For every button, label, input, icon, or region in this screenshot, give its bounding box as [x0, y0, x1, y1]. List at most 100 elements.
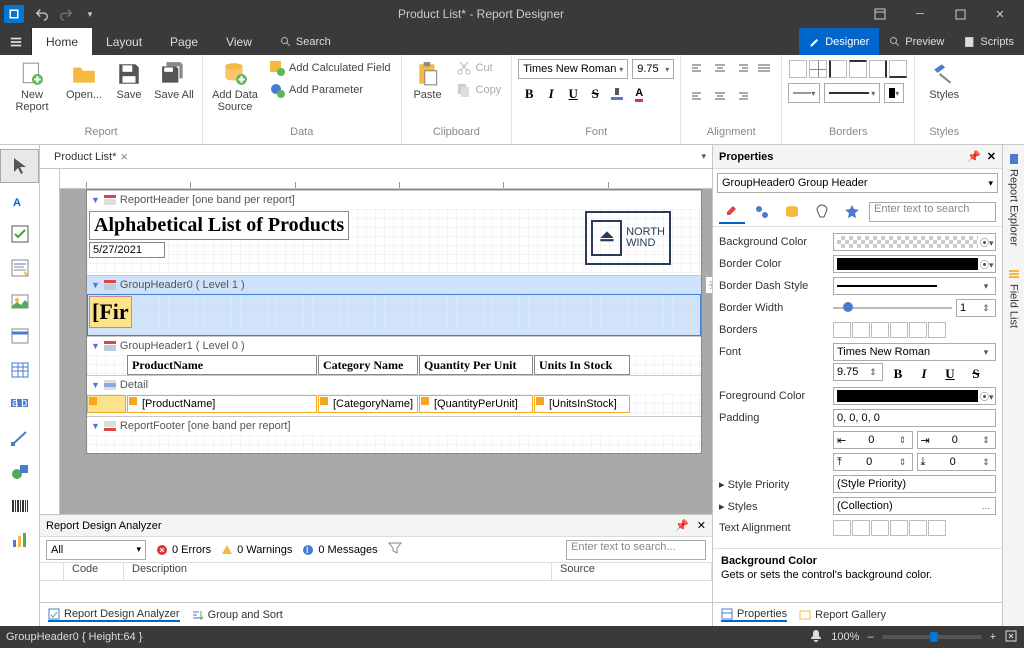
- paste-button[interactable]: Paste: [408, 57, 448, 101]
- analyzer-filter-select[interactable]: All▾: [46, 540, 146, 560]
- font-family-select[interactable]: Times New Roman▾: [518, 59, 628, 79]
- tool-picture[interactable]: [0, 285, 39, 319]
- align-mid-right[interactable]: [731, 85, 753, 107]
- proptab-favorites[interactable]: [839, 200, 865, 224]
- zoom-fit-icon[interactable]: [1004, 629, 1018, 646]
- col-categoryname[interactable]: Category Name: [318, 355, 418, 375]
- band-detail[interactable]: ▼Detail [ProductName] [CategoryName] [Qu…: [87, 375, 701, 416]
- add-calcfield-button[interactable]: Add Calculated Field: [265, 57, 395, 79]
- border-width-slider[interactable]: [833, 305, 952, 311]
- save-button[interactable]: Save: [110, 57, 148, 101]
- errors-pill[interactable]: 0 Errors: [156, 544, 211, 556]
- rtab-gallery[interactable]: Report Gallery: [799, 609, 886, 621]
- pad-bottom[interactable]: ⤓ 0⇕: [917, 453, 997, 471]
- tool-richtext[interactable]: [0, 251, 39, 285]
- col-code[interactable]: Code: [64, 563, 124, 580]
- band-groupheader0[interactable]: ▼GroupHeader0 ( Level 1 ) [Fir: [87, 275, 701, 336]
- align-justify[interactable]: [753, 59, 775, 81]
- pad-left[interactable]: ⇤ 0⇕: [833, 431, 913, 449]
- align-mid-left[interactable]: [687, 85, 709, 107]
- tab-page[interactable]: Page: [156, 28, 212, 55]
- tool-chart[interactable]: [0, 523, 39, 557]
- italic-button[interactable]: I: [540, 83, 562, 105]
- logo-box[interactable]: NORTHWIND: [585, 211, 671, 265]
- edit-fontsize[interactable]: 9.75⇕: [833, 363, 883, 381]
- analyzer-funnel-icon[interactable]: [388, 541, 402, 558]
- report-date-cell[interactable]: 5/27/2021: [89, 242, 165, 258]
- doc-tab[interactable]: Product List*×: [46, 147, 136, 166]
- tab-overflow-icon[interactable]: ▾: [701, 151, 706, 162]
- border-width-select[interactable]: ▾: [788, 83, 820, 103]
- band-groupheader1[interactable]: ▼GroupHeader1 ( Level 0 ) ProductName Ca…: [87, 336, 701, 375]
- border-width-spin[interactable]: 1⇕: [956, 299, 996, 317]
- proptab-data[interactable]: [779, 200, 805, 224]
- properties-search[interactable]: Enter text to search: [869, 202, 996, 222]
- report-page[interactable]: ▼ReportHeader [one band per report] Alph…: [86, 189, 702, 454]
- styles-button[interactable]: Styles: [921, 57, 967, 101]
- edit-padding[interactable]: 0, 0, 0, 0: [833, 409, 996, 427]
- underline-button[interactable]: U: [562, 83, 584, 105]
- rtab-properties[interactable]: Properties: [721, 608, 787, 622]
- border-right[interactable]: [869, 60, 887, 78]
- field-categoryname[interactable]: [CategoryName]: [318, 395, 418, 413]
- tool-pointer[interactable]: [0, 149, 39, 183]
- properties-close-icon[interactable]: ✕: [987, 150, 996, 163]
- design-surface[interactable]: ▼ReportHeader [one band per report] Alph…: [40, 169, 712, 514]
- qat-dropdown[interactable]: ▾: [78, 2, 102, 26]
- edit-font[interactable]: Times New Roman▾: [833, 343, 996, 361]
- proptab-misc[interactable]: [809, 200, 835, 224]
- fir-cell[interactable]: [Fir: [89, 296, 132, 328]
- tab-layout[interactable]: Layout: [92, 28, 156, 55]
- saveall-button[interactable]: Save All: [152, 57, 196, 101]
- cut-button[interactable]: Cut: [452, 57, 506, 79]
- proptab-appearance[interactable]: [719, 200, 745, 224]
- tool-charcomb[interactable]: a b: [0, 387, 39, 421]
- zoom-out-button[interactable]: –: [867, 631, 873, 643]
- strike-button[interactable]: S: [584, 83, 606, 105]
- band-reportheader[interactable]: ▼ReportHeader [one band per report] Alph…: [87, 190, 701, 275]
- col-source[interactable]: Source: [552, 563, 712, 580]
- notification-bell-icon[interactable]: [809, 629, 823, 646]
- border-style-select[interactable]: ▾: [824, 83, 880, 103]
- analyzer-search[interactable]: Enter text to search...: [566, 540, 706, 560]
- border-bottom[interactable]: [889, 60, 907, 78]
- pad-top[interactable]: ⤒ 0⇕: [833, 453, 913, 471]
- band-reportfooter[interactable]: ▼ReportFooter [one band per report]: [87, 416, 701, 453]
- properties-pin-icon[interactable]: 📌: [967, 150, 981, 163]
- font-size-select[interactable]: 9.75▾: [632, 59, 674, 79]
- tool-panel[interactable]: [0, 319, 39, 353]
- col-description[interactable]: Description: [124, 563, 552, 580]
- edit-stylepriority[interactable]: (Style Priority): [833, 475, 996, 493]
- add-parameter-button[interactable]: Add Parameter: [265, 79, 395, 101]
- messages-pill[interactable]: i0 Messages: [302, 544, 377, 556]
- file-menu-icon[interactable]: [0, 28, 32, 55]
- ribbon-search[interactable]: Search: [266, 28, 345, 55]
- add-datasource-button[interactable]: Add Data Source: [209, 57, 261, 113]
- edit-fgcolor[interactable]: ⦿▾: [833, 387, 996, 405]
- align-mid-center[interactable]: [709, 85, 731, 107]
- zoom-in-button[interactable]: +: [990, 631, 996, 643]
- prop-italic[interactable]: I: [913, 363, 935, 385]
- prop-underline[interactable]: U: [939, 363, 961, 385]
- edit-bordercolor[interactable]: ⦿▾: [833, 255, 996, 273]
- side-report-explorer[interactable]: Report Explorer: [1008, 149, 1020, 250]
- band-settings-icon[interactable]: [705, 276, 712, 294]
- field-productname[interactable]: [ProductName]: [127, 395, 317, 413]
- align-top-right[interactable]: [731, 59, 753, 81]
- field-qtyperunit[interactable]: [QuantityPerUnit]: [419, 395, 533, 413]
- edit-bgcolor[interactable]: ⦿▾: [833, 233, 996, 251]
- qat-redo[interactable]: [54, 2, 78, 26]
- preview-button[interactable]: Preview: [879, 28, 954, 55]
- close-tab-icon[interactable]: ×: [120, 149, 128, 164]
- border-color-select[interactable]: ▾: [884, 83, 904, 103]
- col-unitsinstock[interactable]: Units In Stock: [534, 355, 630, 375]
- qat-undo[interactable]: [30, 2, 54, 26]
- tool-label[interactable]: A: [0, 183, 39, 217]
- prop-strike[interactable]: S: [965, 363, 987, 385]
- btab-groupsort[interactable]: Group and Sort: [192, 609, 283, 621]
- pad-right[interactable]: ⇥ 0⇕: [917, 431, 997, 449]
- forecolor-button[interactable]: A: [628, 83, 650, 105]
- side-field-list[interactable]: Field List: [1008, 264, 1020, 332]
- tab-view[interactable]: View: [212, 28, 266, 55]
- edit-styles[interactable]: (Collection)…: [833, 497, 996, 515]
